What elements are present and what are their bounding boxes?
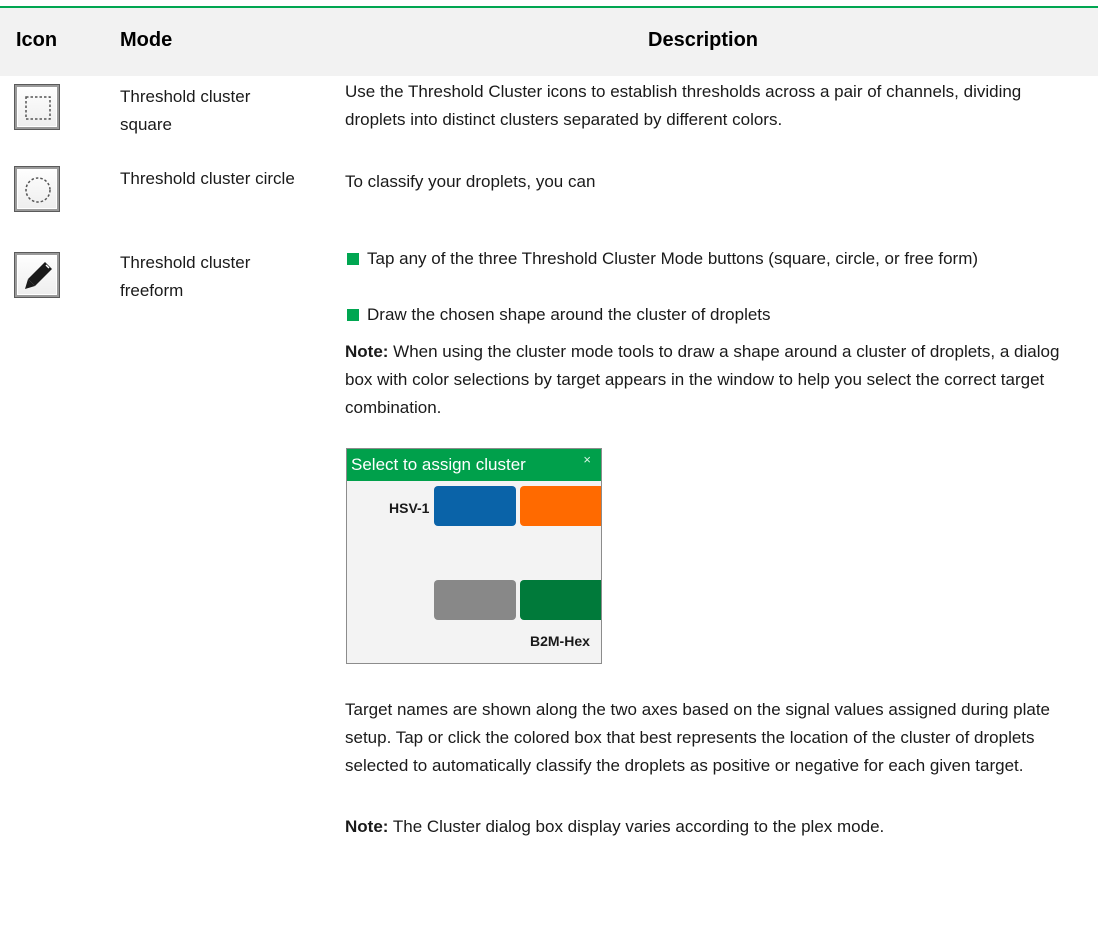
mode-threshold-square: Threshold cluster square (120, 87, 251, 134)
mode-threshold-circle: Threshold cluster circle (120, 169, 295, 188)
threshold-square-icon[interactable] (14, 84, 60, 130)
header-mode: Mode (120, 29, 173, 51)
dashed-circle-icon (25, 177, 51, 203)
threshold-freeform-icon[interactable] (14, 252, 60, 298)
note-text: The Cluster dialog box display varies ac… (388, 817, 885, 836)
note-label: Note: (345, 342, 389, 361)
bullet-square-icon (347, 253, 359, 265)
dashed-square-icon (25, 96, 51, 120)
dialog-title: Select to assign cluster (347, 449, 601, 481)
bullet-item: Draw the chosen shape around the cluster… (345, 301, 1085, 329)
note-label: Note: (345, 817, 389, 836)
note-dialog-info: Note: When using the cluster mode tools … (345, 338, 1085, 422)
header-description: Description (648, 29, 759, 51)
cluster-color-bottom-left[interactable] (434, 580, 516, 620)
close-icon[interactable]: × (583, 453, 591, 467)
target-names-paragraph: Target names are shown along the two axe… (345, 700, 1051, 775)
cluster-color-bottom-right[interactable] (520, 580, 601, 620)
threshold-circle-icon[interactable] (14, 166, 60, 212)
cluster-color-top-left[interactable] (434, 486, 516, 526)
column-target-label: B2M-Hex (530, 633, 590, 649)
row-target-label: HSV-1 (389, 500, 430, 516)
assign-cluster-dialog: Select to assign cluster × HSV-1 B2M-Hex (346, 448, 602, 664)
description-intro: Use the Threshold Cluster icons to estab… (345, 82, 1022, 129)
classify-intro: To classify your droplets, you can (345, 172, 596, 191)
header-icon: Icon (16, 29, 58, 51)
note-text: When using the cluster mode tools to dra… (345, 342, 1060, 417)
bullet-text: Tap any of the three Threshold Cluster M… (367, 249, 979, 268)
cluster-color-top-right[interactable] (520, 486, 601, 526)
bullet-text: Draw the chosen shape around the cluster… (367, 305, 771, 324)
note-plex-mode: Note: The Cluster dialog box display var… (345, 813, 1085, 841)
pencil-icon (25, 262, 52, 289)
bullet-item: Tap any of the three Threshold Cluster M… (345, 245, 1085, 273)
mode-threshold-freeform: Threshold cluster freeform (120, 253, 251, 300)
bullet-square-icon (347, 309, 359, 321)
